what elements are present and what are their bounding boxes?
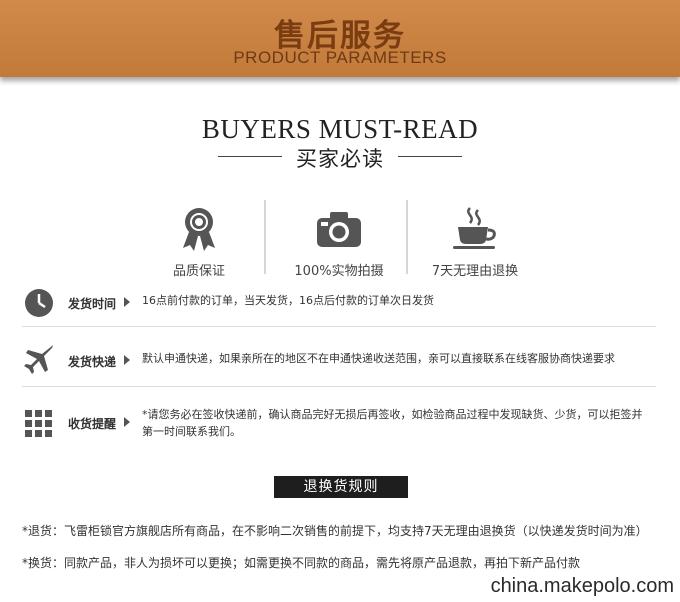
header-banner: 售后服务 PRODUCT PARAMETERS [0,0,680,77]
grid-icon [25,410,52,437]
info-row-courier: 发货快递 默认申通快递，如果亲所在的地区不在申通快递收送范围，亲可以直接联系在线… [22,342,662,376]
feature-label: 品质保证 [172,264,225,279]
title-divider-right [398,156,462,157]
row-arrow-icon [124,297,130,307]
row-arrow-icon [124,355,130,365]
feature-label: 100%实物拍摄 [294,264,384,279]
feature-quality: 品质保证 [134,206,264,279]
clock-icon [25,289,53,317]
row-divider [22,386,656,387]
info-row-receipt: 收货提醒 *请您务必在签收快递前，确认商品完好无损后再签收，如检验商品过程中发现… [22,404,662,444]
award-ribbon-icon [183,208,215,251]
row-text: *请您务必在签收快递前，确认商品完好无损后再签收，如检验商品过程中发现缺货、少货… [142,408,643,438]
row-text: 16点前付款的订单，当天发货，16点后付款的订单次日发货 [142,294,434,307]
feature-label: 7天无理由退换 [431,264,519,279]
section-title-cn: 买家必读 [296,147,384,171]
section-title-en: BUYERS MUST-READ [201,114,479,144]
row-divider [22,326,656,327]
banner-title-en: PRODUCT PARAMETERS [233,48,447,67]
airplane-icon [24,345,53,374]
row-label: 收货提醒 [68,417,117,431]
row-label: 发货时间 [68,297,117,311]
info-row-shipping-time: 发货时间 16点前付款的订单，当天发货，16点后付款的订单次日发货 [22,286,662,320]
feature-divider [406,200,408,274]
watermark: china.makepolo.com [490,575,674,597]
row-label: 发货快递 [68,355,117,369]
feature-return: 7天无理由退换 [410,206,540,279]
rules-title: 退换货规则 [274,476,408,498]
coffee-cup-icon [453,207,496,249]
row-text: 默认申通快递，如果亲所在的地区不在申通快递收送范围，亲可以直接联系在线客服协商快… [142,352,615,365]
rule-return: *退货：飞雷柜锁官方旗舰店所有商品，在不影响二次销售的前提下，均支持7天无理由退… [22,524,648,538]
rule-exchange: *换货：同款产品，非人为损坏可以更换；如需更换不同款的商品，需先将原产品退款，再… [22,556,581,570]
row-arrow-icon [124,417,130,427]
camera-icon [317,212,361,247]
feature-divider [264,200,266,274]
feature-real-photo: 100%实物拍摄 [274,206,404,279]
